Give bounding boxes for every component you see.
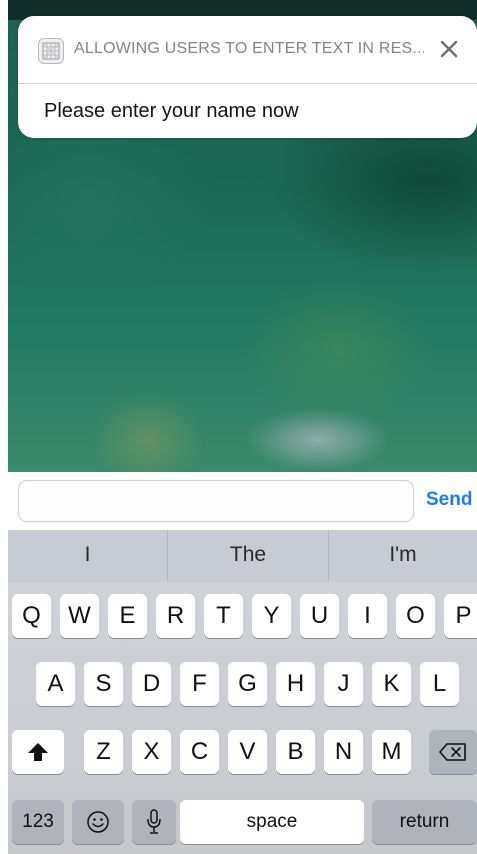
shift-icon [28, 743, 48, 761]
key-i[interactable]: I [348, 594, 387, 638]
key-w[interactable]: W [60, 594, 99, 638]
key-c[interactable]: C [180, 730, 219, 774]
key-e[interactable]: E [108, 594, 147, 638]
app-grid-icon [38, 38, 64, 64]
reply-text-input[interactable] [18, 480, 414, 522]
emoji-icon [87, 811, 109, 833]
key-q[interactable]: Q [12, 594, 51, 638]
key-x[interactable]: X [132, 730, 171, 774]
emoji-key[interactable] [72, 800, 124, 844]
key-m[interactable]: M [372, 730, 411, 774]
key-h[interactable]: H [276, 662, 315, 706]
dictation-key[interactable] [132, 800, 176, 844]
key-l[interactable]: L [420, 662, 459, 706]
backspace-icon [439, 743, 466, 761]
key-j[interactable]: J [324, 662, 363, 706]
keyboard: I The I'm Q W E R T Y U I O P A S D F G … [8, 530, 477, 854]
reply-bar: Send [0, 472, 477, 530]
key-b[interactable]: B [276, 730, 315, 774]
key-y[interactable]: Y [252, 594, 291, 638]
key-z[interactable]: Z [84, 730, 123, 774]
key-g[interactable]: G [228, 662, 267, 706]
return-key[interactable]: return [372, 800, 477, 844]
key-t[interactable]: T [204, 594, 243, 638]
notification-header: ALLOWING USERS TO ENTER TEXT IN RES... [18, 16, 477, 84]
suggestion-3[interactable]: I'm [329, 530, 477, 582]
key-k[interactable]: K [372, 662, 411, 706]
notification-message: Please enter your name now [44, 100, 299, 122]
space-key[interactable]: space [180, 800, 364, 844]
key-a[interactable]: A [36, 662, 75, 706]
key-v[interactable]: V [228, 730, 267, 774]
screen-edge [0, 0, 8, 472]
key-n[interactable]: N [324, 730, 363, 774]
key-r[interactable]: R [156, 594, 195, 638]
shift-key[interactable] [12, 730, 64, 774]
key-u[interactable]: U [300, 594, 339, 638]
key-p[interactable]: P [444, 594, 477, 638]
key-s[interactable]: S [84, 662, 123, 706]
key-d[interactable]: D [132, 662, 171, 706]
key-o[interactable]: O [396, 594, 435, 638]
notification-card: ALLOWING USERS TO ENTER TEXT IN RES... P… [18, 16, 477, 138]
backspace-key[interactable] [429, 730, 477, 774]
suggestion-bar: I The I'm [8, 530, 477, 582]
key-f[interactable]: F [180, 662, 219, 706]
suggestion-1[interactable]: I [8, 530, 167, 582]
send-button[interactable]: Send [426, 489, 472, 511]
numbers-key[interactable]: 123 [12, 800, 64, 844]
suggestion-2[interactable]: The [168, 530, 328, 582]
microphone-icon [147, 809, 161, 834]
notification-app-name: ALLOWING USERS TO ENTER TEXT IN RES... [74, 40, 424, 57]
close-icon[interactable] [436, 36, 462, 62]
